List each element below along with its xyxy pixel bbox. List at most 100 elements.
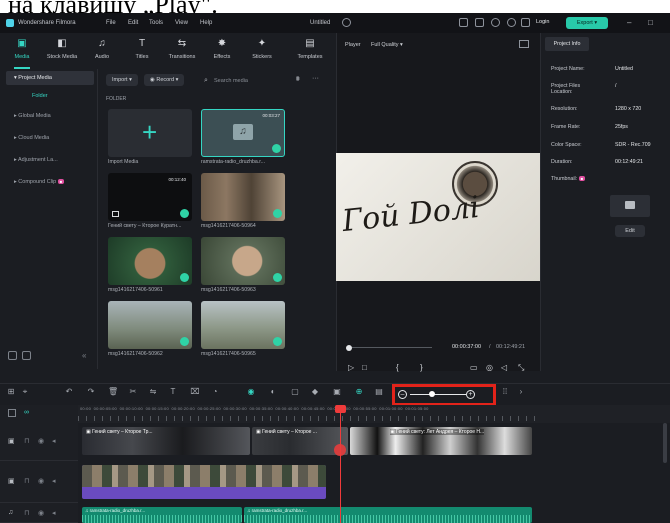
- play-icon[interactable]: ▷: [348, 363, 354, 372]
- menu-tools[interactable]: Tools: [149, 20, 163, 26]
- media-item-audio[interactable]: 00:03:27 ♫: [201, 109, 285, 157]
- zoom-slider-handle[interactable]: [429, 391, 435, 397]
- tab-project-info[interactable]: Project Info: [545, 37, 589, 51]
- stop-icon[interactable]: □: [362, 363, 367, 372]
- zoom-out-icon[interactable]: –: [398, 390, 407, 399]
- mark-in-icon[interactable]: {: [396, 363, 399, 372]
- zoom-slider-track[interactable]: [410, 394, 466, 395]
- thumbnail-box[interactable]: [610, 195, 650, 217]
- monitor-icon[interactable]: ▭: [470, 363, 478, 372]
- fullscreen-icon[interactable]: ⤡: [518, 363, 524, 373]
- tab-stock-media[interactable]: ◧ Stock Media: [42, 33, 82, 69]
- snap-icon[interactable]: ⊕: [354, 387, 364, 397]
- cloud-status-icon[interactable]: [342, 18, 351, 27]
- media-item-video[interactable]: [108, 301, 192, 349]
- tab-titles[interactable]: T Titles: [122, 33, 162, 69]
- eye-icon[interactable]: ◉: [38, 437, 44, 445]
- select-icon[interactable]: ⌖: [20, 387, 30, 397]
- notification-icon[interactable]: [507, 18, 516, 27]
- collapse-sidebar-icon[interactable]: «: [82, 351, 91, 360]
- link-icon[interactable]: ∞: [24, 409, 32, 417]
- video-clip[interactable]: ▣ Гений свету – Кторое Тр...: [82, 427, 250, 455]
- cut-icon[interactable]: ✂: [128, 387, 138, 397]
- audio-clip[interactable]: ♫ ramstrata-radio_druzhba.r...: [244, 507, 532, 523]
- vertical-scrollbar[interactable]: [663, 423, 667, 463]
- timeline-empty-area[interactable]: [532, 423, 670, 523]
- search-input[interactable]: Search media: [214, 78, 248, 84]
- tab-transitions[interactable]: ⇆ Transitions: [162, 33, 202, 69]
- export-button[interactable]: Export ▾: [566, 17, 608, 29]
- mute-icon[interactable]: ◂: [52, 509, 56, 517]
- folder-icon[interactable]: [22, 351, 31, 360]
- mark-out-icon[interactable]: }: [420, 363, 423, 372]
- media-item-video[interactable]: [201, 237, 285, 285]
- tab-stickers[interactable]: ✦ Stickers: [242, 33, 282, 69]
- more-icon[interactable]: ›: [516, 387, 526, 397]
- filter-icon[interactable]: ⩩: [296, 76, 300, 84]
- mute-icon[interactable]: ◂: [52, 477, 56, 485]
- media-item-video[interactable]: 00:12:40: [108, 173, 192, 221]
- add-track-icon[interactable]: [8, 409, 16, 417]
- progress-track[interactable]: [352, 347, 432, 348]
- eye-icon[interactable]: ◉: [38, 509, 44, 517]
- layout-icon[interactable]: ⊞: [6, 387, 16, 397]
- screen-icon[interactable]: ▤: [374, 387, 384, 397]
- tab-media[interactable]: ▣ Media: [2, 33, 42, 69]
- undo-icon[interactable]: ↶: [64, 387, 74, 397]
- monitor-icon[interactable]: [459, 18, 468, 27]
- media-item-video[interactable]: [108, 237, 192, 285]
- login-button[interactable]: Login: [536, 19, 549, 25]
- lock-icon[interactable]: ⊓: [24, 477, 29, 485]
- sidebar-item-compound-clip[interactable]: ▸ Compound Clip ■: [6, 175, 94, 189]
- delete-icon[interactable]: 🗑: [108, 387, 118, 397]
- sidebar-item-folder[interactable]: Folder: [6, 89, 94, 103]
- menu-help[interactable]: Help: [200, 20, 212, 26]
- ai-tool-icon[interactable]: ◉: [246, 387, 256, 397]
- mute-icon[interactable]: ◂: [52, 437, 56, 445]
- media-item-video[interactable]: [201, 301, 285, 349]
- crop-icon[interactable]: ⌧: [190, 387, 200, 397]
- menu-file[interactable]: File: [106, 20, 116, 26]
- minimize-icon[interactable]: –: [627, 18, 631, 27]
- sidebar-item-global-media[interactable]: ▸ Global Media: [6, 109, 94, 123]
- record-voice-icon[interactable]: ◐: [268, 387, 278, 397]
- video-clip[interactable]: ▣ Гений свету: Лет Андрея – Кторое Н...: [350, 427, 532, 455]
- playhead-line[interactable]: [340, 405, 341, 523]
- import-media-tile[interactable]: +: [108, 109, 192, 157]
- tab-effects[interactable]: ✸ Effects: [202, 33, 242, 69]
- import-dropdown[interactable]: Import ▾: [106, 74, 138, 86]
- text-icon[interactable]: T: [168, 387, 178, 397]
- snapshot-icon[interactable]: ▣: [332, 387, 342, 397]
- speed-icon[interactable]: ◔: [210, 387, 220, 397]
- sidebar-item-project-media[interactable]: ▾ Project Media: [6, 71, 94, 85]
- playhead-handle[interactable]: [335, 405, 346, 413]
- lock-icon[interactable]: ⊓: [24, 509, 29, 517]
- audio-clip[interactable]: ♫ ramstrata-radio_druzhba.r...: [82, 507, 242, 523]
- save-icon[interactable]: [475, 18, 484, 27]
- new-folder-icon[interactable]: [8, 351, 17, 360]
- sidebar-item-adjustment-layer[interactable]: ▸ Adjustment La...: [6, 153, 94, 167]
- more-icon[interactable]: ···: [312, 75, 319, 82]
- quality-dropdown[interactable]: Full Quality ▾: [371, 42, 403, 48]
- camera-icon[interactable]: [491, 18, 500, 27]
- lock-icon[interactable]: ⊓: [24, 437, 29, 445]
- volume-icon[interactable]: ◁: [501, 363, 507, 372]
- grid-icon[interactable]: ⁞⁞: [500, 387, 510, 397]
- video-clip-group[interactable]: [82, 465, 326, 499]
- shield-icon[interactable]: ▢: [290, 387, 300, 397]
- media-item-video[interactable]: [201, 173, 285, 221]
- playhead-scrubber[interactable]: [346, 345, 352, 351]
- sidebar-item-cloud-media[interactable]: ▸ Cloud Media: [6, 131, 94, 145]
- maximize-icon[interactable]: □: [648, 18, 653, 27]
- marker-icon[interactable]: ◆: [310, 387, 320, 397]
- menu-view[interactable]: View: [175, 20, 188, 26]
- audio-split-icon[interactable]: ⇋: [148, 387, 158, 397]
- record-dropdown[interactable]: ◉ Record ▾: [144, 74, 185, 86]
- cart-icon[interactable]: [521, 18, 530, 27]
- eye-icon[interactable]: ◉: [38, 477, 44, 485]
- zoom-in-icon[interactable]: +: [466, 390, 475, 399]
- menu-edit[interactable]: Edit: [128, 20, 138, 26]
- timeline-ruler[interactable]: 00:00 00:00:05:00 00:00:10:00 00:00:15:0…: [78, 405, 670, 423]
- redo-icon[interactable]: ↷: [86, 387, 96, 397]
- tab-templates[interactable]: ▤ Templates: [290, 33, 330, 69]
